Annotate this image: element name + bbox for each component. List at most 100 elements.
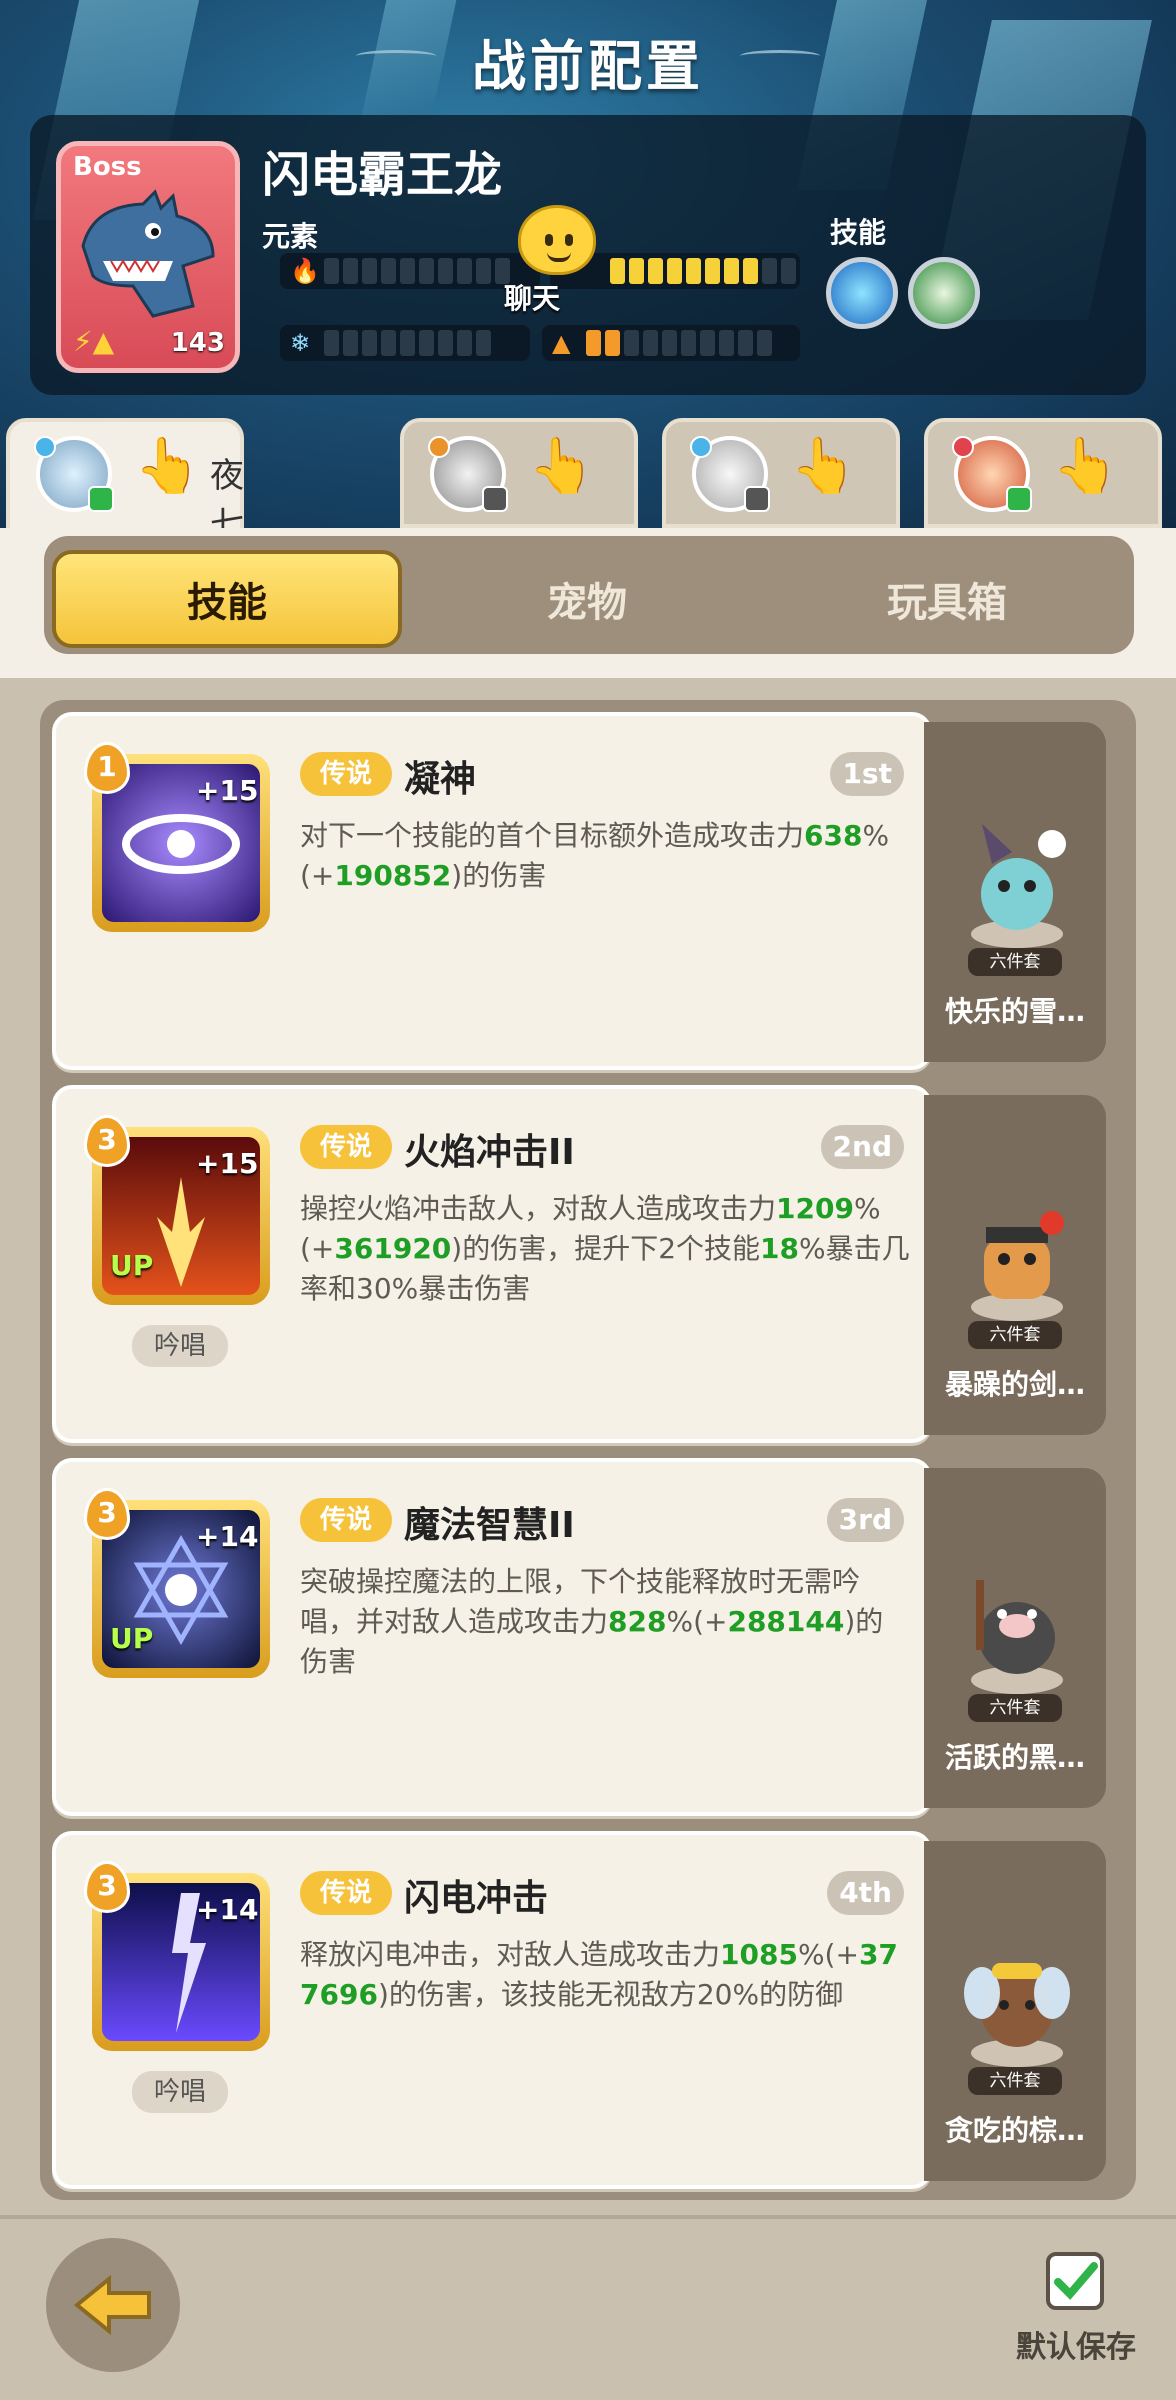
skill-order: 1st — [830, 752, 904, 796]
ice-resist-bar: ❄ — [280, 325, 530, 361]
pet-slot[interactable]: 六件套 快乐的雪… — [924, 722, 1106, 1062]
player-tab-4[interactable]: 👆 — [924, 418, 1162, 528]
class-icon — [428, 436, 450, 458]
back-button[interactable] — [46, 2238, 180, 2372]
boss-tag: Boss — [73, 152, 142, 182]
pet-set-tag: 六件套 — [968, 1321, 1062, 1349]
chat-label: 聊天 — [504, 282, 561, 315]
class-icon — [952, 436, 974, 458]
lightning-element-icon: ⚡▲ — [73, 325, 115, 358]
desc-text: )的伤害 — [451, 859, 547, 892]
skill-order: 4th — [827, 1871, 904, 1915]
bee-pet-icon — [964, 1963, 1070, 2067]
skill-level-badge: 1 — [84, 742, 130, 794]
pet-name: 贪吃的棕… — [944, 2114, 1085, 2147]
highlight-value: 638 — [804, 819, 863, 852]
pet-name: 快乐的雪… — [944, 995, 1085, 1028]
wind-skill-icon[interactable] — [908, 257, 980, 329]
avatar — [690, 436, 770, 512]
skill-name: 凝神 — [404, 759, 477, 800]
smiley-icon — [518, 205, 596, 275]
skill-plus: +14 — [196, 1893, 259, 1926]
desc-text: %(+ — [666, 1605, 728, 1638]
skill-description: 对下一个技能的首个目标额外造成攻击力638%(+190852)的伤害 — [300, 816, 910, 896]
skill-row[interactable]: 3 +14 吟唱 传说 闪电冲击 4th 释放闪电冲击，对敌人造成攻击力1085… — [52, 1831, 1118, 2189]
chat-button[interactable]: 聊天 — [488, 205, 604, 315]
skill-label: 技能 — [830, 216, 887, 249]
tab-skills[interactable]: 技能 — [52, 550, 402, 648]
player-tab-2[interactable]: 👆 — [400, 418, 638, 528]
skill-card[interactable]: 1 +15 传说 凝神 1st 对下一个技能的首个目标额外造成攻击力638%(+… — [52, 712, 932, 1070]
upgrade-tag: UP — [110, 1622, 154, 1655]
tab-pets[interactable]: 宠物 — [412, 550, 762, 648]
skill-card[interactable]: 3 +14 吟唱 传说 闪电冲击 4th 释放闪电冲击，对敌人造成攻击力1085… — [52, 1831, 932, 2189]
back-arrow-icon — [73, 2275, 151, 2335]
skill-row[interactable]: 3 +14 UP 传说 魔法智慧II 3rd 突破操控魔法的上限，下个技能释放时… — [52, 1458, 1118, 1816]
skill-name: 魔法智慧II — [404, 1505, 575, 1546]
skill-card[interactable]: 3 +14 UP 传说 魔法智慧II 3rd 突破操控魔法的上限，下个技能释放时… — [52, 1458, 932, 1816]
class-icon — [690, 436, 712, 458]
highlight-value: 828 — [608, 1605, 667, 1638]
default-save-label: 默认保存 — [1016, 2330, 1136, 2365]
ready-icon — [88, 486, 114, 512]
rarity-badge: 传说 — [300, 1871, 392, 1915]
desc-text: 操控火焰冲击敌人，对敌人造成攻击力 — [300, 1192, 777, 1225]
boar-pet-icon — [971, 1580, 1063, 1694]
snow-pet-icon — [971, 824, 1066, 948]
pet-slot[interactable]: 六件套 活跃的黑… — [924, 1468, 1106, 1808]
skill-description: 操控火焰冲击敌人，对敌人造成攻击力1209%(+361920)的伤害，提升下2个… — [300, 1189, 910, 1309]
pet-slot[interactable]: 六件套 贪吃的棕… — [924, 1841, 1106, 2181]
pet-name: 暴躁的剑… — [944, 1368, 1085, 1401]
ready-icon — [1006, 486, 1032, 512]
status-icon — [744, 486, 770, 512]
upgrade-tag: UP — [110, 1249, 154, 1282]
rarity-badge: 传说 — [300, 1498, 392, 1542]
checkmark-icon — [1054, 2262, 1098, 2300]
sword-pet-icon — [971, 1211, 1064, 1321]
like-hand-icon[interactable]: 👆 — [790, 434, 857, 498]
skill-level-badge: 3 — [84, 1488, 130, 1540]
skill-plus: +15 — [196, 774, 259, 807]
element-label: 元素 — [262, 220, 319, 253]
skill-order: 2nd — [820, 1125, 904, 1169]
boss-level: 143 — [170, 328, 225, 358]
desc-text: 释放闪电冲击，对敌人造成攻击力 — [300, 1938, 721, 1971]
default-save-checkbox[interactable] — [1046, 2252, 1104, 2310]
pet-name: 活跃的黑… — [944, 1741, 1085, 1774]
rarity-badge: 传说 — [300, 752, 392, 796]
skill-row[interactable]: 1 +15 传说 凝神 1st 对下一个技能的首个目标额外造成攻击力638%(+… — [52, 712, 1118, 1070]
highlight-value: 288144 — [727, 1605, 845, 1638]
desc-text: 对下一个技能的首个目标额外造成攻击力 — [300, 819, 805, 852]
player-tab-3[interactable]: 👆 — [662, 418, 900, 528]
chant-tag: 吟唱 — [132, 1325, 228, 1367]
skill-order: 3rd — [826, 1498, 904, 1542]
skill-card[interactable]: 3 +15 UP 吟唱 传说 火焰冲击II 2nd 操控火焰冲击敌人，对敌人造成… — [52, 1085, 932, 1443]
status-icon — [482, 486, 508, 512]
player-tab-1[interactable]: 👆 夜七呀 — [6, 418, 244, 594]
skill-plus: +14 — [196, 1520, 259, 1553]
like-hand-icon[interactable]: 👆 — [1052, 434, 1119, 498]
skill-level-badge: 3 — [84, 1115, 130, 1167]
avatar — [952, 436, 1032, 512]
highlight-value: 18 — [760, 1232, 800, 1265]
skill-row[interactable]: 3 +15 UP 吟唱 传说 火焰冲击II 2nd 操控火焰冲击敌人，对敌人造成… — [52, 1085, 1118, 1443]
pet-set-tag: 六件套 — [968, 2067, 1062, 2095]
page-title: 战前配置 — [472, 35, 704, 98]
like-hand-icon[interactable]: 👆 — [134, 434, 201, 498]
water-skill-icon[interactable] — [826, 257, 898, 329]
desc-text: %(+ — [797, 1938, 859, 1971]
highlight-value: 190852 — [334, 859, 452, 892]
dragon-icon — [81, 189, 215, 318]
like-hand-icon[interactable]: 👆 — [528, 434, 595, 498]
tab-toybox[interactable]: 玩具箱 — [772, 550, 1122, 648]
skill-level-badge: 3 — [84, 1861, 130, 1913]
skill-name: 闪电冲击 — [404, 1878, 549, 1919]
highlight-value: 1209 — [776, 1192, 854, 1225]
class-icon — [34, 436, 56, 458]
avatar — [428, 436, 508, 512]
highlight-value: 361920 — [334, 1232, 452, 1265]
boss-name: 闪电霸王龙 — [262, 147, 503, 203]
rarity-badge: 传说 — [300, 1125, 392, 1169]
boss-card[interactable]: Boss ⚡▲ 143 — [56, 141, 240, 373]
pet-slot[interactable]: 六件套 暴躁的剑… — [924, 1095, 1106, 1435]
